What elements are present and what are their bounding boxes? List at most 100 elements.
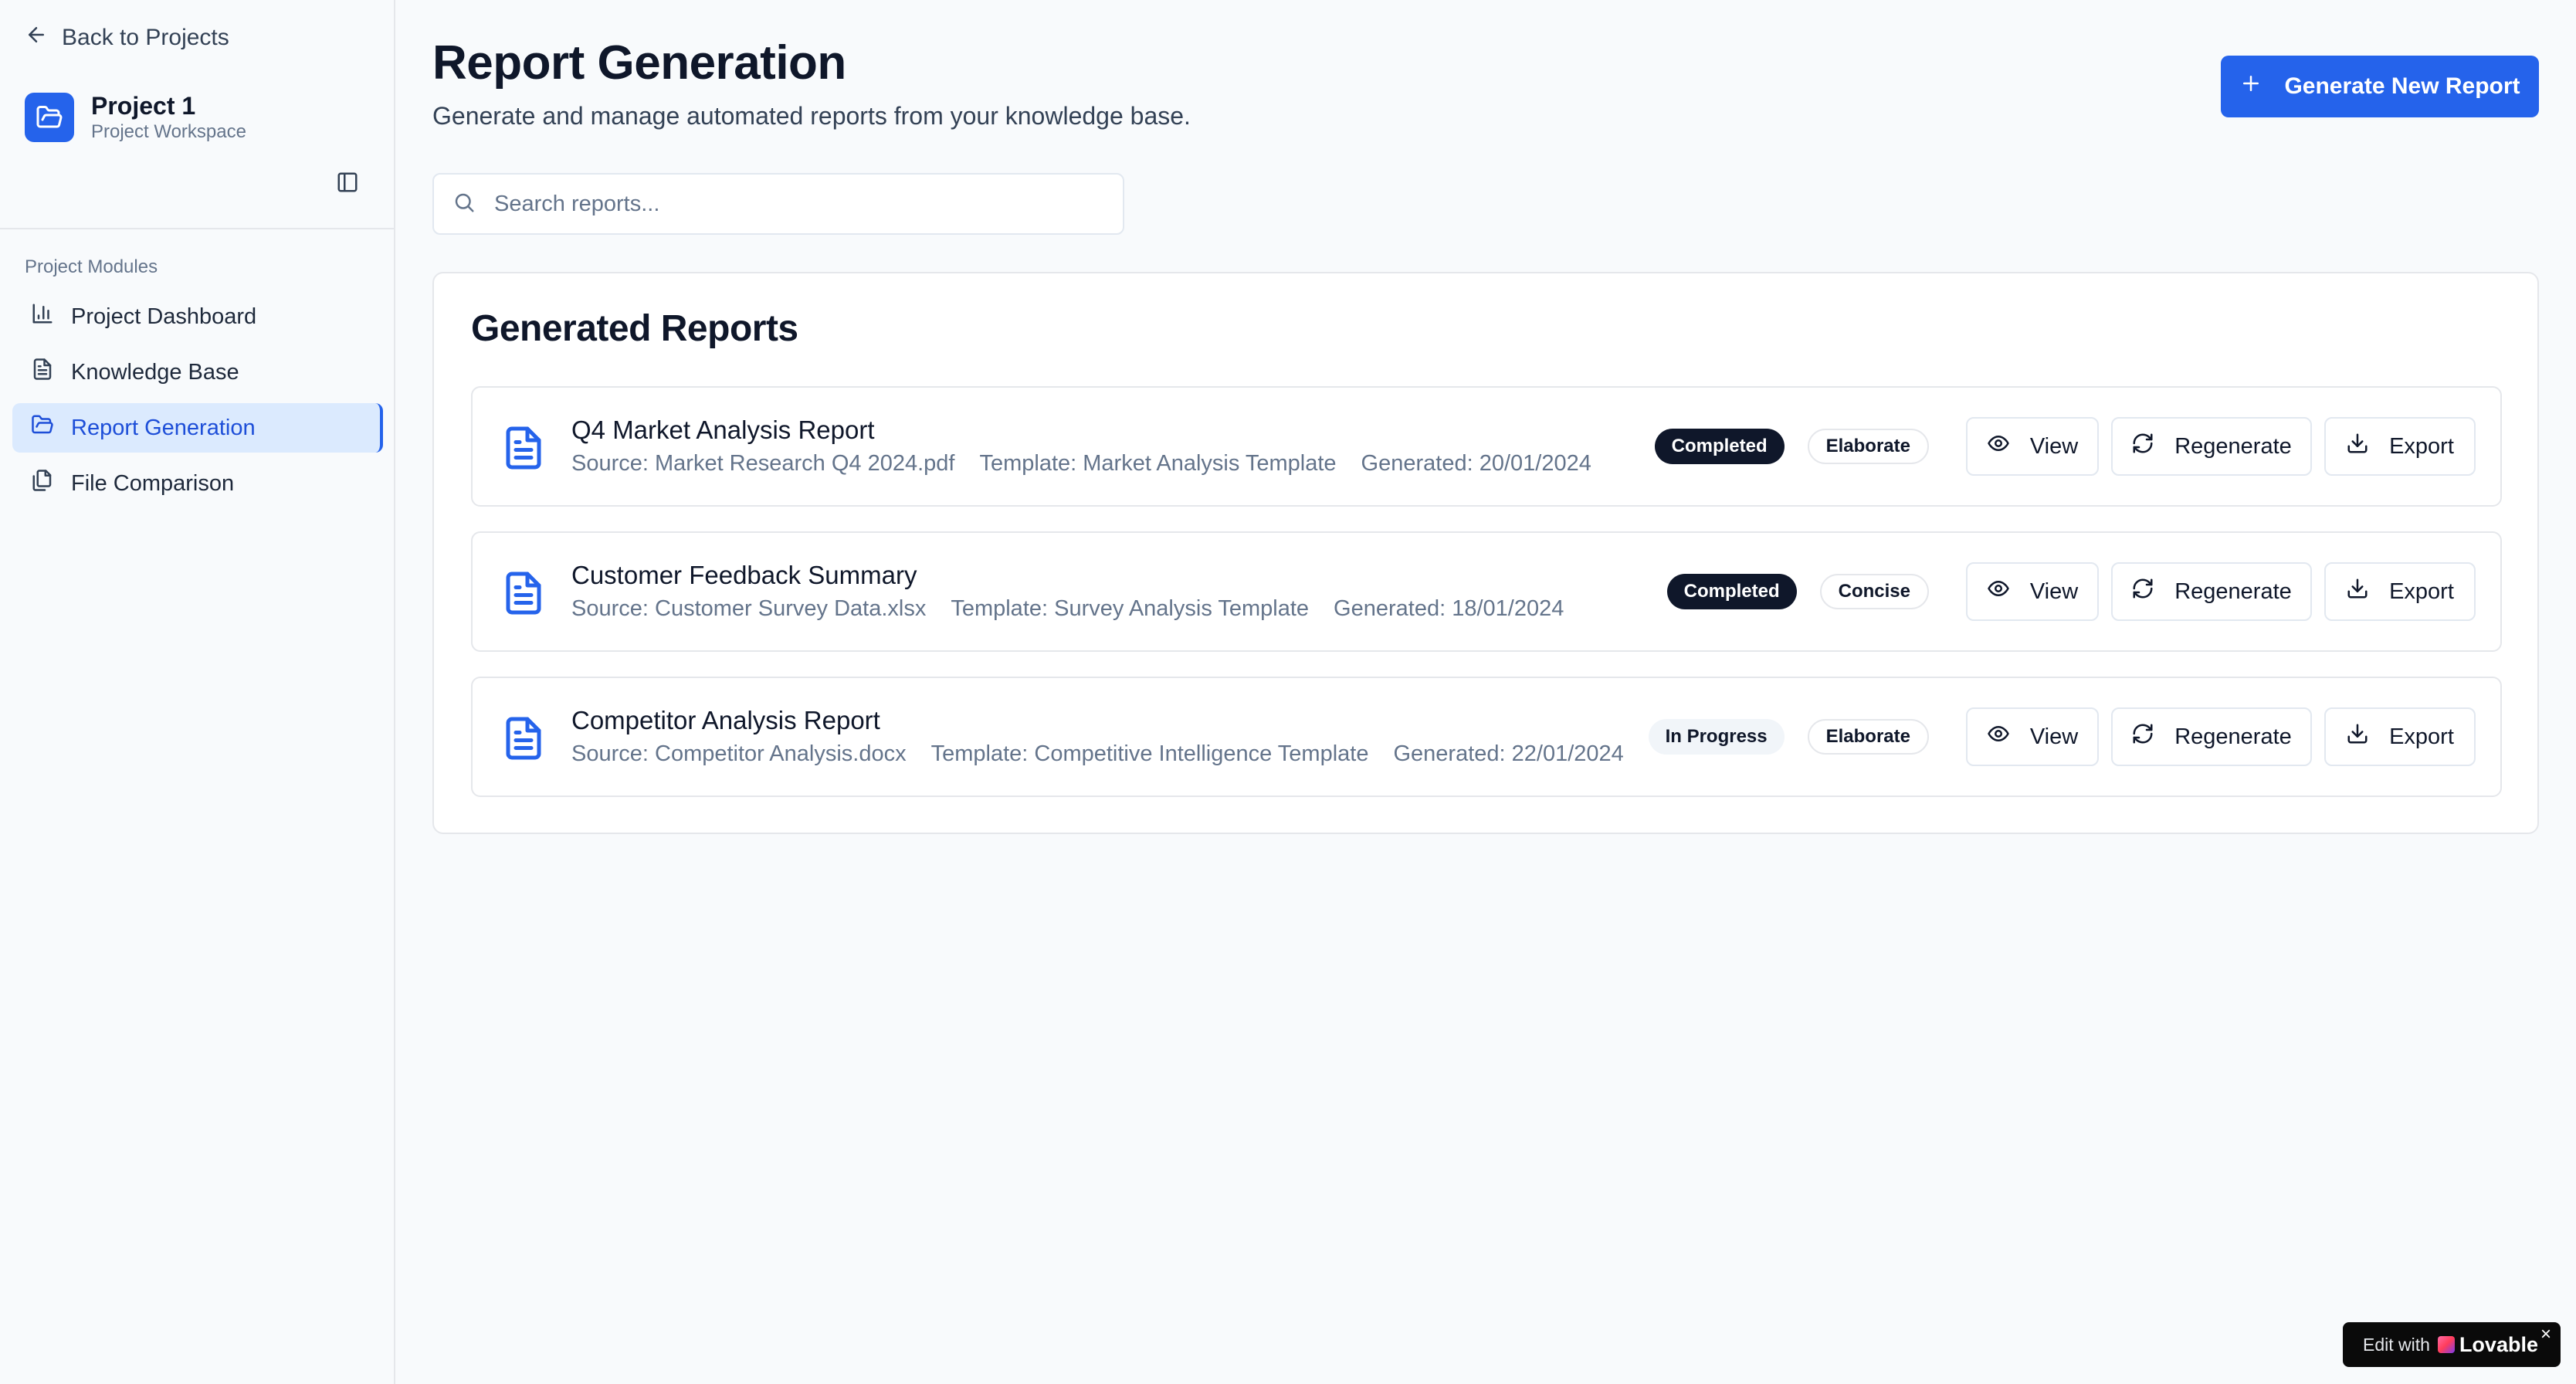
sidebar-item-knowledge-base[interactable]: Knowledge Base	[12, 348, 383, 397]
folder-open-icon	[25, 93, 74, 142]
download-icon	[2346, 722, 2369, 751]
back-label: Back to Projects	[62, 25, 229, 50]
files-icon	[31, 469, 54, 498]
generated-reports-card: Generated Reports Q4 Market Analysis Rep…	[432, 272, 2539, 834]
eye-icon	[1987, 722, 2010, 751]
status-badge: Completed	[1666, 574, 1797, 609]
report-template: Template: Survey Analysis Template	[951, 596, 1310, 621]
regenerate-label: Regenerate	[2174, 578, 2292, 604]
report-actions: Completed Concise View Regenerate Export	[1666, 562, 2476, 621]
regenerate-button[interactable]: Regenerate	[2111, 562, 2312, 621]
page-title: Report Generation	[432, 36, 846, 90]
report-source: Source: Customer Survey Data.xlsx	[571, 596, 927, 621]
view-label: View	[2029, 724, 2079, 749]
report-row: Competitor Analysis Report Source: Compe…	[471, 677, 2502, 797]
report-template: Template: Market Analysis Template	[979, 451, 1337, 476]
panel-left-icon	[336, 171, 359, 198]
search-box	[432, 173, 1124, 235]
search-input[interactable]	[494, 191, 1112, 217]
sidebar-item-report-generation[interactable]: Report Generation	[12, 403, 383, 453]
report-title: Q4 Market Analysis Report	[571, 416, 875, 444]
sidebar-divider	[0, 228, 394, 229]
edit-with-lovable-badge[interactable]: Edit with Lovable ×	[2343, 1322, 2561, 1367]
lovable-brand: Lovable	[2437, 1332, 2538, 1357]
lovable-brand-label: Lovable	[2459, 1332, 2538, 1356]
report-row: Customer Feedback Summary Source: Custom…	[471, 531, 2502, 652]
project-header: Project 1 Project Workspace	[25, 91, 246, 144]
arrow-left-icon	[25, 23, 48, 53]
generate-new-report-button[interactable]: Generate New Report	[2221, 56, 2539, 117]
sidebar-item-project-dashboard[interactable]: Project Dashboard	[12, 292, 383, 341]
regenerate-button[interactable]: Regenerate	[2111, 417, 2312, 476]
back-to-projects-link[interactable]: Back to Projects	[25, 23, 229, 53]
module-nav: Project Dashboard Knowledge Base Report …	[12, 292, 383, 514]
report-list: Q4 Market Analysis Report Source: Market…	[471, 386, 2502, 822]
refresh-icon	[2131, 722, 2154, 751]
report-meta: Source: Competitor Analysis.docx Templat…	[571, 741, 1624, 767]
sidebar-item-label: Knowledge Base	[71, 359, 239, 385]
report-generated-date: Generated: 22/01/2024	[1393, 741, 1624, 766]
view-label: View	[2029, 433, 2079, 459]
modules-label: Project Modules	[25, 256, 158, 277]
sidebar-item-file-comparison[interactable]: File Comparison	[12, 459, 383, 508]
main-content: Report Generation Generate and manage au…	[432, 0, 2576, 1384]
bar-chart-icon	[31, 302, 54, 331]
file-text-icon	[500, 423, 547, 473]
export-button[interactable]: Export	[2324, 707, 2476, 766]
report-source: Source: Market Research Q4 2024.pdf	[571, 451, 955, 476]
status-badge: Completed	[1654, 429, 1785, 464]
plus-icon	[2239, 72, 2262, 101]
sidebar-item-label: File Comparison	[71, 470, 235, 496]
export-label: Export	[2389, 578, 2454, 604]
lovable-edit-label: Edit with	[2363, 1334, 2430, 1355]
download-icon	[2346, 432, 2369, 461]
sidebar-item-label: Report Generation	[71, 415, 256, 440]
sidebar: Back to Projects Project 1 Project Works…	[0, 0, 395, 1384]
project-title: Project 1	[91, 92, 196, 120]
search-icon	[452, 191, 476, 218]
status-badge: In Progress	[1648, 719, 1785, 755]
report-template: Template: Competitive Intelligence Templ…	[930, 741, 1369, 766]
file-text-icon	[500, 714, 547, 763]
report-title: Customer Feedback Summary	[571, 561, 917, 589]
file-text-icon	[500, 568, 547, 618]
style-badge: Concise	[1819, 574, 1929, 609]
eye-icon	[1987, 432, 2010, 461]
regenerate-label: Regenerate	[2174, 724, 2292, 749]
sidebar-item-label: Project Dashboard	[71, 304, 257, 329]
report-meta: Source: Market Research Q4 2024.pdf Temp…	[571, 451, 1591, 477]
eye-icon	[1987, 577, 2010, 606]
view-button[interactable]: View	[1966, 417, 2099, 476]
report-generated-date: Generated: 18/01/2024	[1334, 596, 1564, 621]
download-icon	[2346, 577, 2369, 606]
report-source: Source: Competitor Analysis.docx	[571, 741, 907, 766]
export-button[interactable]: Export	[2324, 417, 2476, 476]
style-badge: Elaborate	[1807, 429, 1929, 464]
lovable-logo-icon	[2437, 1336, 2455, 1353]
refresh-icon	[2131, 432, 2154, 461]
page-subtitle: Generate and manage automated reports fr…	[432, 102, 1191, 130]
report-actions: In Progress Elaborate View Regenerate Ex…	[1648, 707, 2476, 766]
close-icon[interactable]: ×	[2540, 1324, 2551, 1345]
export-button[interactable]: Export	[2324, 562, 2476, 621]
sidebar-toggle-button[interactable]	[330, 167, 364, 201]
view-button[interactable]: View	[1966, 707, 2099, 766]
report-actions: Completed Elaborate View Regenerate Expo…	[1654, 417, 2476, 476]
report-title: Competitor Analysis Report	[571, 706, 880, 734]
report-meta: Source: Customer Survey Data.xlsx Templa…	[571, 596, 1564, 622]
view-button[interactable]: View	[1966, 562, 2099, 621]
report-generated-date: Generated: 20/01/2024	[1361, 451, 1591, 476]
regenerate-label: Regenerate	[2174, 433, 2292, 459]
export-label: Export	[2389, 433, 2454, 459]
export-label: Export	[2389, 724, 2454, 749]
file-text-icon	[31, 358, 54, 387]
project-subtitle: Project Workspace	[91, 121, 246, 142]
report-row: Q4 Market Analysis Report Source: Market…	[471, 386, 2502, 507]
folder-open-icon	[31, 413, 54, 443]
refresh-icon	[2131, 577, 2154, 606]
generate-button-label: Generate New Report	[2284, 73, 2520, 99]
card-title: Generated Reports	[471, 308, 798, 349]
view-label: View	[2029, 578, 2079, 604]
style-badge: Elaborate	[1807, 719, 1929, 755]
regenerate-button[interactable]: Regenerate	[2111, 707, 2312, 766]
